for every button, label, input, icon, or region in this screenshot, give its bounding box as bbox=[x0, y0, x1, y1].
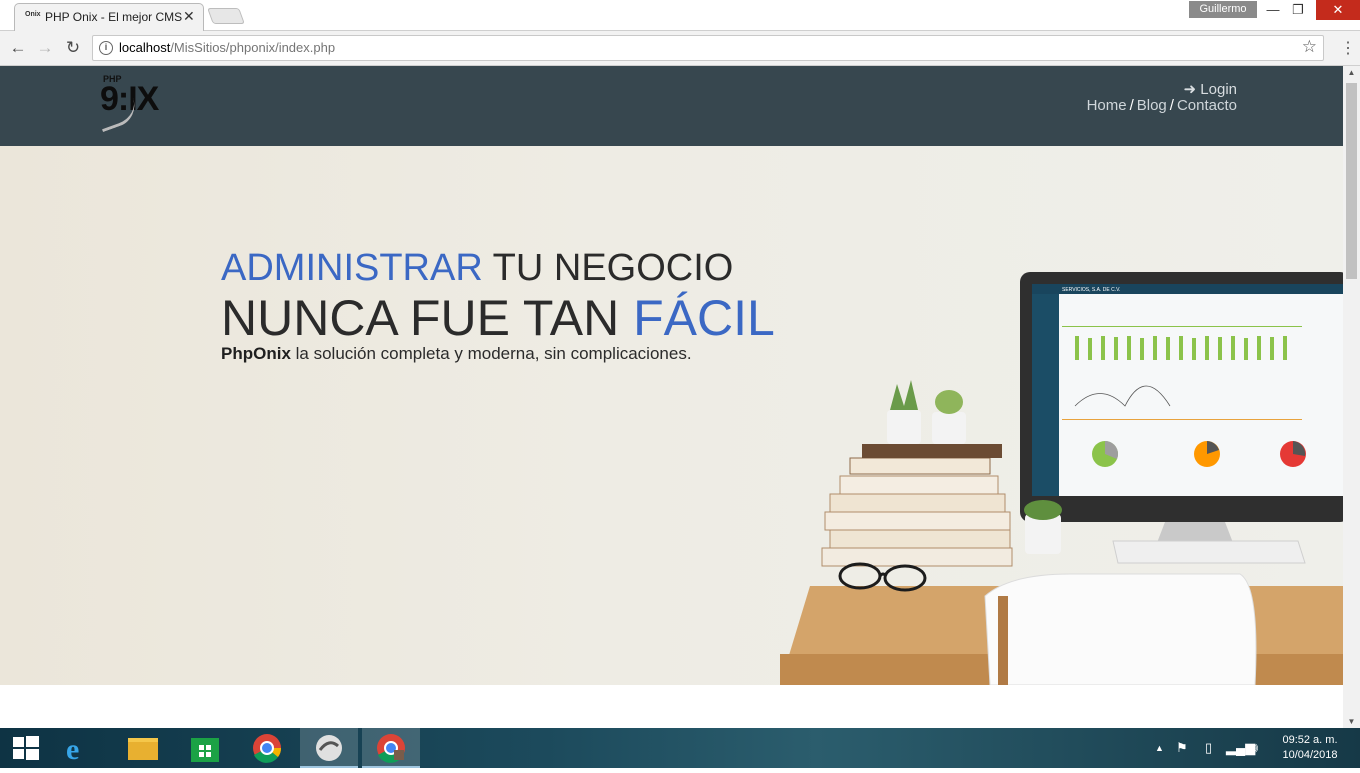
site-logo[interactable]: PHP 9:IX bbox=[95, 74, 190, 133]
chrome-icon[interactable] bbox=[238, 728, 296, 768]
back-arrow-icon[interactable]: ← bbox=[7, 37, 29, 59]
hero-headline-line2: NUNCA FUE TAN FÁCIL bbox=[221, 289, 775, 347]
tray-expand-icon[interactable]: ▲ bbox=[1155, 743, 1164, 753]
svg-text:e: e bbox=[66, 733, 79, 766]
hero-headline-line1: ADMINISTRAR TU NEGOCIO bbox=[221, 247, 733, 290]
info-icon[interactable]: i bbox=[99, 41, 113, 55]
scroll-thumb[interactable] bbox=[1346, 83, 1357, 279]
nav-contacto-link[interactable]: Contacto bbox=[1177, 97, 1237, 114]
book-stack bbox=[821, 547, 1013, 567]
volume-icon[interactable]: 🔊︎ bbox=[1250, 740, 1258, 756]
hero-banner: ADMINISTRAR TU NEGOCIO NUNCA FUE TAN FÁC… bbox=[0, 146, 1343, 685]
chair bbox=[984, 573, 1257, 685]
page-below-hero bbox=[0, 685, 1343, 728]
app-icon[interactable] bbox=[300, 728, 358, 768]
onix-favicon-icon: Onix bbox=[25, 11, 41, 18]
desk-scene-illustration: SERVICIOS, S.A. DE C.V. bbox=[780, 272, 1343, 685]
mockup-sidebar bbox=[1032, 294, 1059, 496]
maximize-icon[interactable]: ❐ bbox=[1283, 0, 1313, 20]
taskbar-clock[interactable]: 09:52 a. m. 10/04/2018 bbox=[1279, 733, 1341, 763]
tab-close-icon[interactable]: ✕ bbox=[183, 8, 195, 25]
nav-separator: / bbox=[1169, 97, 1174, 114]
hero-accent-word: FÁCIL bbox=[633, 290, 775, 346]
windows-logo-icon bbox=[13, 736, 39, 760]
clock-time: 09:52 a. m. bbox=[1282, 734, 1338, 746]
cactus-pot bbox=[932, 412, 966, 444]
scroll-down-arrow-icon[interactable]: ▼ bbox=[1343, 717, 1360, 726]
clock-date: 10/04/2018 bbox=[1282, 749, 1338, 761]
url-path: /MisSitios/phponix/index.php bbox=[170, 40, 336, 55]
url-host: localhost bbox=[119, 40, 171, 55]
mockup-company: SERVICIOS, S.A. DE C.V. bbox=[1062, 287, 1120, 293]
windows-taskbar: e ▲ ⚑ ▯ ▂▄▆ 🔊︎ 09:52 a. m. 10/04/2018 bbox=[0, 728, 1360, 768]
cactus-icon bbox=[890, 380, 918, 410]
hero-subtitle: PhpOnix la solución completa y moderna, … bbox=[221, 344, 692, 364]
sign-in-icon: ➜ bbox=[1183, 81, 1197, 98]
browser-toolbar: ← → ↻ i localhost/MisSitios/phponix/inde… bbox=[0, 31, 1360, 66]
address-bar[interactable]: i localhost/MisSitios/phponix/index.php … bbox=[92, 35, 1324, 61]
nav-separator: / bbox=[1129, 97, 1134, 114]
nav-links: Home / Blog / Contacto bbox=[1087, 97, 1237, 114]
mockup-divider bbox=[1062, 326, 1302, 327]
cactus-pot bbox=[887, 410, 921, 444]
store-icon[interactable] bbox=[176, 728, 234, 768]
login-link[interactable]: ➜ Login bbox=[1184, 80, 1237, 98]
keyboard bbox=[1112, 540, 1306, 564]
bookmark-star-icon[interactable]: ☆ bbox=[1302, 37, 1317, 57]
browser-tab[interactable]: Onix PHP Onix - El mejor CMS ✕ bbox=[14, 3, 204, 32]
profile-button[interactable]: Guillermo bbox=[1189, 1, 1257, 18]
flag-icon[interactable]: ⚑ bbox=[1176, 740, 1188, 756]
hero-accent-word: ADMINISTRAR bbox=[221, 247, 483, 289]
web-page: PHP 9:IX ➜ Login Home / Blog / Contacto ADMI… bbox=[0, 66, 1343, 728]
plant-icon bbox=[1024, 500, 1062, 520]
start-button[interactable] bbox=[0, 728, 58, 768]
internet-explorer-icon[interactable]: e bbox=[52, 728, 110, 768]
url-text: localhost/MisSitios/phponix/index.php bbox=[119, 40, 335, 55]
forward-arrow-icon[interactable]: → bbox=[34, 37, 56, 59]
hero-brand: PhpOnix bbox=[221, 344, 291, 363]
site-navbar: PHP 9:IX ➜ Login Home / Blog / Contacto bbox=[0, 66, 1343, 146]
hero-subtitle-rest: la solución completa y moderna, sin comp… bbox=[290, 344, 692, 363]
nav-home-link[interactable]: Home bbox=[1087, 97, 1127, 114]
reload-icon[interactable]: ↻ bbox=[62, 37, 84, 59]
new-tab-button[interactable] bbox=[207, 8, 245, 24]
file-explorer-icon[interactable] bbox=[114, 728, 172, 768]
window-close-icon[interactable]: ✕ bbox=[1316, 0, 1360, 20]
mockup-divider bbox=[1062, 419, 1302, 420]
battery-icon[interactable]: ▯ bbox=[1205, 740, 1212, 756]
browser-menu-icon[interactable]: ⋮ bbox=[1340, 38, 1356, 58]
tab-title: PHP Onix - El mejor CMS bbox=[45, 10, 183, 24]
cactus-icon bbox=[935, 390, 963, 414]
page-scrollbar[interactable]: ▲ ▼ bbox=[1343, 66, 1360, 728]
scroll-up-arrow-icon[interactable]: ▲ bbox=[1343, 68, 1360, 77]
browser-tab-strip: Onix PHP Onix - El mejor CMS ✕ Guillermo… bbox=[0, 0, 1360, 32]
login-label: Login bbox=[1200, 81, 1237, 98]
nav-blog-link[interactable]: Blog bbox=[1137, 97, 1167, 114]
hero-line1-rest: TU NEGOCIO bbox=[482, 247, 734, 289]
chrome-profile-icon[interactable] bbox=[362, 728, 420, 768]
hero-line2-rest: NUNCA FUE TAN bbox=[221, 290, 634, 346]
